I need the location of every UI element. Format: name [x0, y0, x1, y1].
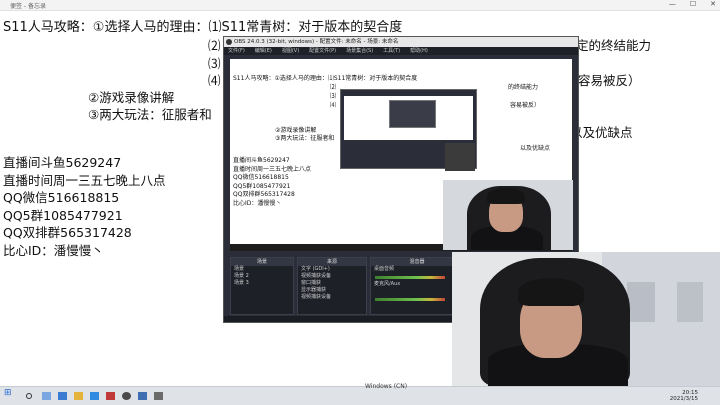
- file-explorer-icon[interactable]: [74, 392, 83, 400]
- minimize-button[interactable]: —: [669, 0, 676, 8]
- scenes-title: 场景: [231, 258, 293, 266]
- preview-line3: ⑶: [330, 93, 337, 100]
- obs-menubar: 文件(F) 编辑(E) 视图(V) 配置文件(P) 场景集合(S) 工具(T) …: [224, 47, 578, 55]
- scenes-panel: 场景 场景 场景 2 场景 3: [230, 257, 294, 315]
- source-item[interactable]: 视频捕获设备: [298, 273, 366, 280]
- preview-contact-schedule: 直播时间周一三五七晚上八点: [233, 165, 312, 173]
- contact-duo-group: QQ双排群565317428: [3, 225, 132, 240]
- nested-camera: [445, 143, 475, 171]
- source-item[interactable]: 窗口捕获: [298, 280, 366, 287]
- preview-contact-qq-wechat: QQ微信516618815: [233, 174, 289, 181]
- task-view-icon[interactable]: [42, 392, 51, 400]
- obs-titlebar: OBS 24.0.3 (32-bit, windows) - 配置文件: 未命名…: [224, 37, 578, 47]
- preview-line4: ⑷: [330, 102, 337, 109]
- sources-panel: 来源 文字 (GDI+) 视频捕获设备 窗口捕获 显示器捕获 视频捕获设备: [297, 257, 367, 315]
- contact-schedule: 直播时间周一三五七晚上八点: [3, 172, 166, 188]
- preview-tail3: 以及优缺点: [520, 145, 551, 152]
- preview-contact-douyu: 直播间斗鱼5629247: [233, 157, 290, 164]
- menu-view[interactable]: 视图(V): [282, 47, 299, 55]
- scene-item[interactable]: 场景 3: [231, 280, 293, 287]
- edge-browser-icon[interactable]: [58, 392, 67, 400]
- note-line4-prefix: ⑷: [208, 73, 221, 88]
- obs-title: OBS 24.0.3 (32-bit, windows) - 配置文件: 未命名…: [234, 39, 399, 45]
- contact-list: 直播间斗鱼5629247 直播时间周一三五七晚上八点 QQ微信516618815…: [3, 154, 166, 259]
- windows-taskbar: ⊞ 20:15 2021/3/15: [0, 386, 720, 405]
- mixer-track-mic: 麦克风/Aux: [374, 281, 401, 287]
- app-title: 便签 - 备忘录: [10, 3, 46, 10]
- preview-contact-bixin: 比心ID：潘慢慢丶: [233, 199, 282, 207]
- nested-inner-window: [389, 100, 436, 128]
- note-heading: S11人马攻略：①选择人马的理由：⑴S11常青树：对于版本的契合度: [3, 20, 403, 35]
- mixer-title: 混音器: [371, 258, 463, 266]
- preview-heading: S11人马攻略：①选择人马的理由：⑴S11常青树：对于版本的契合度: [233, 75, 418, 82]
- note-line6-tail: 以及优缺点: [570, 125, 633, 140]
- preview-contact-qq5: QQ5群1085477921: [233, 182, 291, 190]
- desktop-audio-meter: [375, 276, 445, 279]
- search-icon[interactable]: [26, 393, 32, 399]
- contact-qq-wechat: QQ微信516618815: [3, 190, 120, 205]
- menu-file[interactable]: 文件(F): [228, 47, 245, 55]
- mixer-panel: 混音器 桌面音频 麦克风/Aux: [370, 257, 464, 315]
- note-line4-tail: 容易被反）: [578, 73, 641, 88]
- note-line6: ③两大玩法：征服者和: [88, 107, 212, 122]
- taskbar-window-label: Windows (CN): [365, 383, 408, 390]
- obs-logo-icon: [226, 39, 232, 45]
- app-icon-gray[interactable]: [154, 392, 163, 400]
- windows-start-icon[interactable]: ⊞: [4, 388, 14, 398]
- webcam-overlay-large: [452, 252, 720, 386]
- menu-tools[interactable]: 工具(T): [383, 47, 400, 55]
- scene-item[interactable]: 场景: [231, 266, 293, 273]
- source-item[interactable]: 显示器捕获: [298, 287, 366, 294]
- source-item[interactable]: 文字 (GDI+): [298, 266, 366, 273]
- close-button[interactable]: ✕: [710, 0, 716, 8]
- preview-tail1: 的终结能力: [508, 84, 539, 91]
- sources-title: 来源: [298, 258, 366, 266]
- preview-tail2: 容易被反）: [510, 102, 541, 109]
- source-item[interactable]: 视频捕获设备: [298, 294, 366, 301]
- scene-item[interactable]: 场景 2: [231, 273, 293, 280]
- preview-line2: ⑵: [330, 84, 337, 91]
- preview-line6: ③两大玩法：征服者和: [275, 135, 335, 142]
- menu-scene-collection[interactable]: 场景集合(S): [346, 47, 373, 55]
- contact-douyu: 直播间斗鱼5629247: [3, 155, 122, 170]
- mixer-track-desktop: 桌面音频: [374, 266, 395, 272]
- note-line2-tail: 定的终结能力: [576, 38, 652, 53]
- menu-edit[interactable]: 编辑(E): [255, 47, 272, 55]
- app-titlebar: 便签 - 备忘录 — ☐ ✕: [0, 0, 720, 11]
- obs-taskbar-icon[interactable]: [122, 392, 131, 400]
- contact-qq5-group: QQ5群1085477921: [3, 207, 123, 223]
- webcam-overlay-small: [443, 180, 573, 250]
- menu-help[interactable]: 帮助(H): [410, 47, 428, 55]
- mic-audio-meter: [375, 298, 445, 301]
- app-icon-red[interactable]: [106, 392, 115, 400]
- note-line2-prefix: ⑵: [208, 38, 221, 53]
- preview-contact: 直播间斗鱼5629247 直播时间周一三五七晚上八点 QQ微信516618815…: [233, 157, 311, 208]
- menu-profile[interactable]: 配置文件(P): [309, 47, 336, 55]
- contact-bixin-id: 比心ID：潘慢慢丶: [3, 242, 104, 258]
- app-icon-blue[interactable]: [138, 392, 147, 400]
- store-icon[interactable]: [90, 392, 99, 400]
- preview-contact-duo: QQ双排群565317428: [233, 191, 295, 198]
- maximize-button[interactable]: ☐: [690, 0, 696, 8]
- taskbar-clock: 20:15 2021/3/15: [670, 390, 698, 402]
- clock-date: 2021/3/15: [669, 396, 698, 402]
